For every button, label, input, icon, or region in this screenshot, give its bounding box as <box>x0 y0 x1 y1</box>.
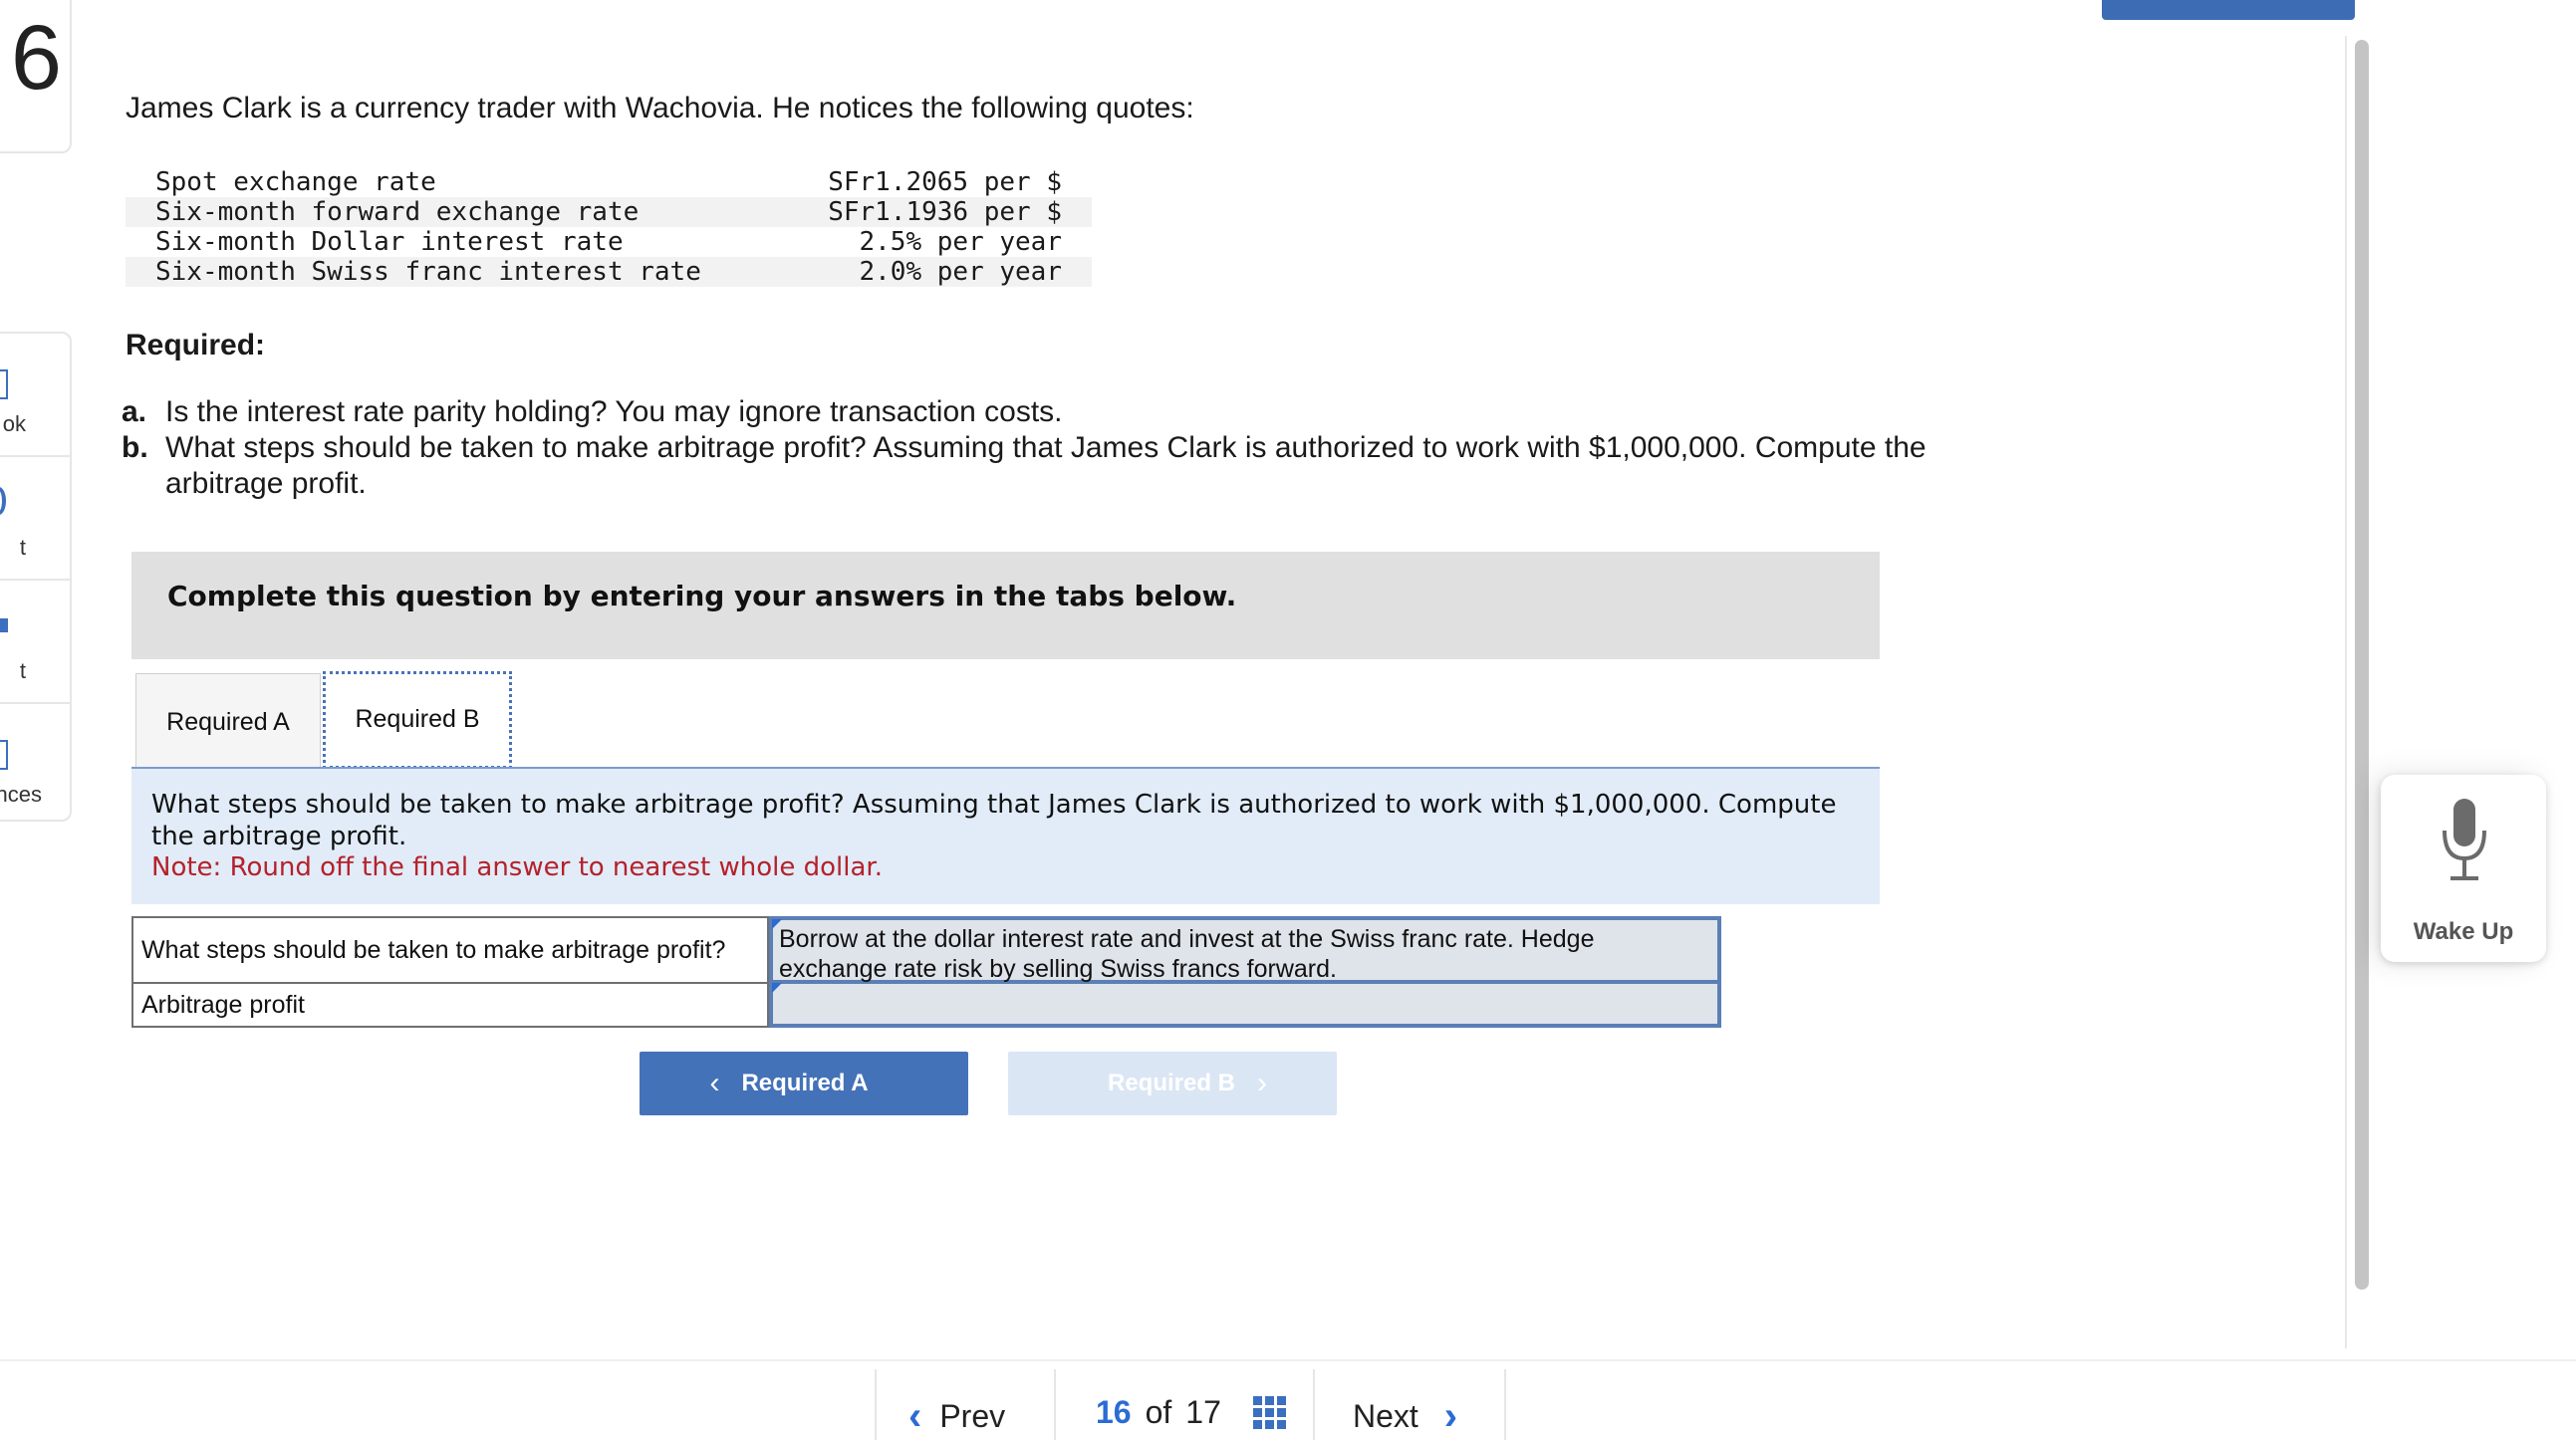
steps-answer-value: Borrow at the dollar interest rate and i… <box>779 925 1595 983</box>
row-label: Arbitrage profit <box>131 984 769 1028</box>
page-indicator[interactable]: 16 of 17 <box>1096 1394 1286 1431</box>
tab-required-b[interactable]: Required B <box>323 671 512 769</box>
chevron-left-icon: ‹ <box>908 1394 922 1438</box>
quote-label: Six-month Dollar interest rate <box>155 227 624 257</box>
microphone-icon <box>2443 799 2486 880</box>
of-text: of <box>1145 1394 1172 1430</box>
required-text: What steps should be taken to make arbit… <box>165 431 1927 500</box>
sidebar-item-label: ok <box>2 411 26 436</box>
wake-up-widget[interactable]: Wake Up <box>2381 775 2546 962</box>
quote-row: Six-month Swiss franc interest rate 2.0%… <box>126 257 1092 287</box>
next-tab-button[interactable]: Required B › <box>1008 1052 1337 1115</box>
quote-row: Six-month Dollar interest rate 2.5% per … <box>126 227 1092 257</box>
prev-tab-button[interactable]: ‹ Required A <box>640 1052 968 1115</box>
hint-icon <box>0 487 6 515</box>
tab-required-a[interactable]: Required A <box>135 673 321 767</box>
required-list: a. Is the interest rate parity holding? … <box>122 394 1994 502</box>
sidebar-item-references[interactable]: nces <box>0 704 70 826</box>
chevron-right-icon: › <box>1443 1394 1458 1438</box>
question-number: 6 <box>10 7 62 109</box>
chevron-right-icon: › <box>1257 1067 1267 1099</box>
quote-row: Six-month forward exchange rate SFr1.193… <box>126 197 1092 227</box>
quote-value: SFr1.2065 per $ <box>828 167 1062 197</box>
required-item-b: b. What steps should be taken to make ar… <box>122 430 1994 502</box>
prev-tab-label: Required A <box>741 1070 869 1096</box>
table-row: Arbitrage profit <box>131 983 1721 1028</box>
instruction-text: Complete this question by entering your … <box>167 580 1237 612</box>
answer-table: What steps should be taken to make arbit… <box>131 916 1721 1028</box>
bottom-divider <box>0 1359 2576 1361</box>
instruction-banner: Complete this question by entering your … <box>131 552 1880 659</box>
print-icon <box>0 618 8 632</box>
tab-label: Required A <box>166 708 290 736</box>
required-heading: Required: <box>126 329 266 361</box>
sidebar-item-label: nces <box>0 782 42 807</box>
problem-intro: James Clark is a currency trader with Wa… <box>126 92 1194 124</box>
prev-question-button[interactable]: ‹ Prev <box>908 1394 1005 1439</box>
sidebar-item-hint[interactable]: t <box>0 457 70 581</box>
quote-label: Six-month forward exchange rate <box>155 197 640 227</box>
next-question-button[interactable]: Next › <box>1353 1394 1457 1439</box>
chevron-left-icon: ‹ <box>709 1067 720 1099</box>
sidebar-item-ebook[interactable]: ok <box>0 334 70 457</box>
quote-value: 2.0% per year <box>859 257 1063 287</box>
required-letter: b. <box>122 431 148 464</box>
question-text: What steps should be taken to make arbit… <box>151 790 1837 851</box>
nav-separator <box>1313 1369 1315 1440</box>
row-label: What steps should be taken to make arbit… <box>131 916 769 984</box>
tools-sidebar: ok t t nces <box>0 332 72 822</box>
total-pages: 17 <box>1185 1394 1221 1430</box>
grid-icon <box>1252 1396 1286 1429</box>
quote-label: Six-month Swiss franc interest rate <box>155 257 701 287</box>
question-number-box: 6 <box>0 0 72 153</box>
current-page: 16 <box>1096 1394 1132 1430</box>
required-text: Is the interest rate parity holding? You… <box>165 395 1063 428</box>
sidebar-item-label: t <box>19 658 26 683</box>
next-tab-label: Required B <box>1107 1070 1235 1096</box>
prev-label: Prev <box>939 1398 1006 1434</box>
wake-up-label: Wake Up <box>2413 918 2514 945</box>
question-box: What steps should be taken to make arbit… <box>131 769 1880 904</box>
arbitrage-profit-input[interactable] <box>769 983 1721 1028</box>
top-action-button[interactable] <box>2102 0 2355 20</box>
table-row: What steps should be taken to make arbit… <box>131 916 1721 984</box>
references-icon <box>0 740 8 770</box>
tab-label: Required B <box>355 705 480 733</box>
input-marker-icon <box>772 983 782 993</box>
required-item-a: a. Is the interest rate parity holding? … <box>122 394 1994 430</box>
quote-row: Spot exchange rate SFr1.2065 per $ <box>126 167 1092 197</box>
required-letter: a. <box>122 395 147 428</box>
nav-separator <box>1054 1369 1056 1440</box>
scrollbar-thumb[interactable] <box>2355 40 2369 1290</box>
quotes-table: Spot exchange rate SFr1.2065 per $ Six-m… <box>126 167 1092 287</box>
nav-separator <box>875 1369 877 1440</box>
question-note: Note: Round off the final answer to near… <box>151 852 883 882</box>
nav-separator <box>1504 1369 1506 1440</box>
book-icon <box>0 369 8 399</box>
next-label: Next <box>1353 1398 1418 1434</box>
sidebar-item-label: t <box>19 535 26 560</box>
sidebar-item-print[interactable]: t <box>0 581 70 704</box>
quote-value: SFr1.1936 per $ <box>828 197 1062 227</box>
quote-value: 2.5% per year <box>859 227 1063 257</box>
quote-label: Spot exchange rate <box>155 167 436 197</box>
steps-answer-dropdown[interactable]: Borrow at the dollar interest rate and i… <box>769 916 1721 984</box>
